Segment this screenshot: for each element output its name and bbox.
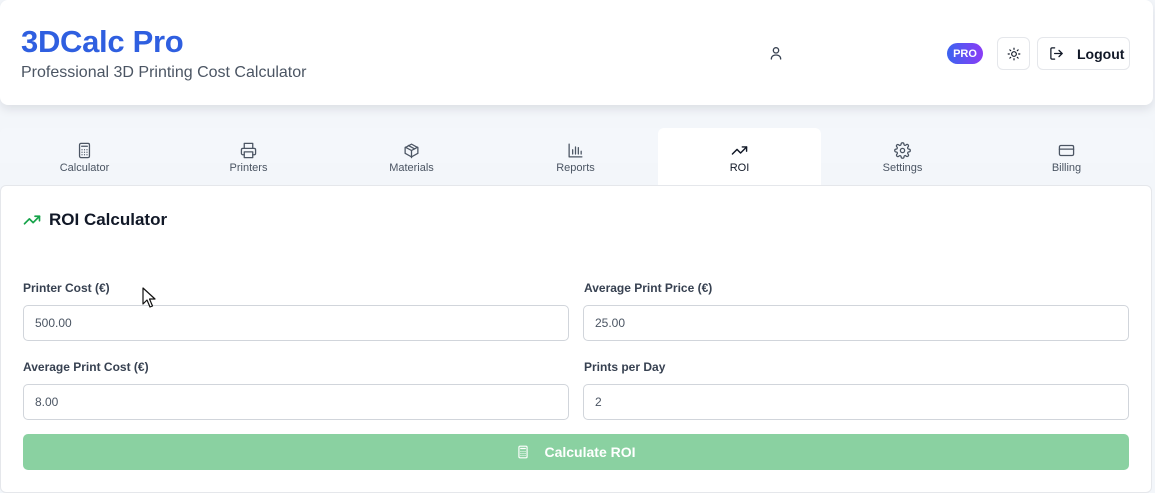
avg-print-cost-input[interactable] [23,384,569,420]
sun-icon [1007,47,1020,60]
tab-materials[interactable]: Materials [330,128,493,186]
tab-billing[interactable]: Billing [985,128,1148,186]
tab-label: Materials [389,162,434,174]
prints-per-day-label: Prints per Day [584,360,666,374]
logout-button[interactable]: Logout [1037,37,1130,70]
tab-settings[interactable]: Settings [821,128,984,186]
printer-cost-label: Printer Cost (€) [23,281,110,295]
credit-card-icon [1058,144,1075,157]
avg-print-cost-label: Average Print Cost (€) [23,360,149,374]
printer-cost-input[interactable] [23,305,569,341]
roi-title-text: ROI Calculator [49,210,168,229]
theme-toggle-button[interactable] [997,37,1030,70]
pro-badge: PRO [947,43,983,64]
trending-up-icon [731,146,748,155]
prints-per-day-input[interactable] [583,384,1129,420]
tab-reports[interactable]: Reports [494,128,657,186]
mouse-cursor-icon [142,287,156,308]
logout-icon [1050,47,1063,60]
calculate-roi-button[interactable]: Calculate ROI [23,434,1129,470]
calculator-icon [518,445,529,459]
tab-label: ROI [729,162,750,174]
calculator-icon [78,142,91,159]
calculate-roi-label: Calculate ROI [544,444,636,460]
tab-label: Settings [882,162,923,174]
tab-label: Reports [556,162,595,174]
tab-label: Calculator [59,162,110,174]
app-title: 3DCalc Pro [21,24,184,59]
box-icon [404,143,419,159]
app-header: 3DCalc Pro Professional 3D Printing Cost… [0,0,1153,105]
tab-calculator[interactable]: Calculator [3,128,166,186]
gear-icon [894,142,911,159]
app-subtitle: Professional 3D Printing Cost Calculator [21,64,307,81]
tab-label: Billing [1051,162,1082,174]
tab-roi[interactable]: ROI [658,128,821,186]
roi-title: ROI Calculator [23,210,167,230]
avg-print-price-label: Average Print Price (€) [584,281,713,295]
logout-label: Logout [1077,45,1125,62]
tab-printers[interactable]: Printers [167,128,330,186]
user-icon[interactable] [768,45,784,61]
bar-chart-icon [568,143,583,158]
avg-print-price-input[interactable] [583,305,1129,341]
printer-icon [240,142,257,159]
tab-label: Printers [229,162,268,174]
trending-up-icon [23,215,41,225]
